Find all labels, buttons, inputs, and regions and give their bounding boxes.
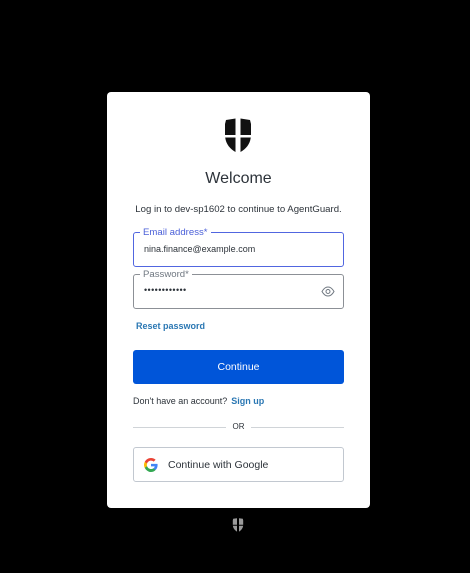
signup-prompt: Don't have an account? xyxy=(133,396,228,406)
page-title: Welcome xyxy=(205,170,272,187)
continue-button[interactable]: Continue xyxy=(133,350,344,384)
page-background: Welcome Log in to dev-sp1602 to continue… xyxy=(0,0,470,573)
login-subtitle: Log in to dev-sp1602 to continue to Agen… xyxy=(135,204,342,215)
divider-line-right xyxy=(251,427,344,428)
reset-password-link[interactable]: Reset password xyxy=(136,321,205,331)
sign-up-link[interactable]: Sign up xyxy=(231,396,264,406)
email-label: Email address* xyxy=(140,227,211,238)
footer-shield-icon xyxy=(232,518,244,532)
login-card: Welcome Log in to dev-sp1602 to continue… xyxy=(107,92,370,508)
google-login-button[interactable]: Continue with Google xyxy=(133,447,344,482)
email-field[interactable]: Email address* nina.finance@example.com xyxy=(133,227,344,267)
password-label: Password* xyxy=(140,269,192,280)
google-button-label: Continue with Google xyxy=(168,459,269,471)
email-input[interactable]: nina.finance@example.com xyxy=(144,244,255,254)
signup-row: Don't have an account? Sign up xyxy=(133,396,264,406)
password-input[interactable]: •••••••••••• xyxy=(144,285,187,295)
shield-logo-icon xyxy=(225,118,251,152)
or-divider: OR xyxy=(133,422,344,433)
password-field[interactable]: Password* •••••••••••• xyxy=(133,269,344,309)
google-icon xyxy=(144,458,158,472)
eye-icon[interactable] xyxy=(321,286,335,297)
